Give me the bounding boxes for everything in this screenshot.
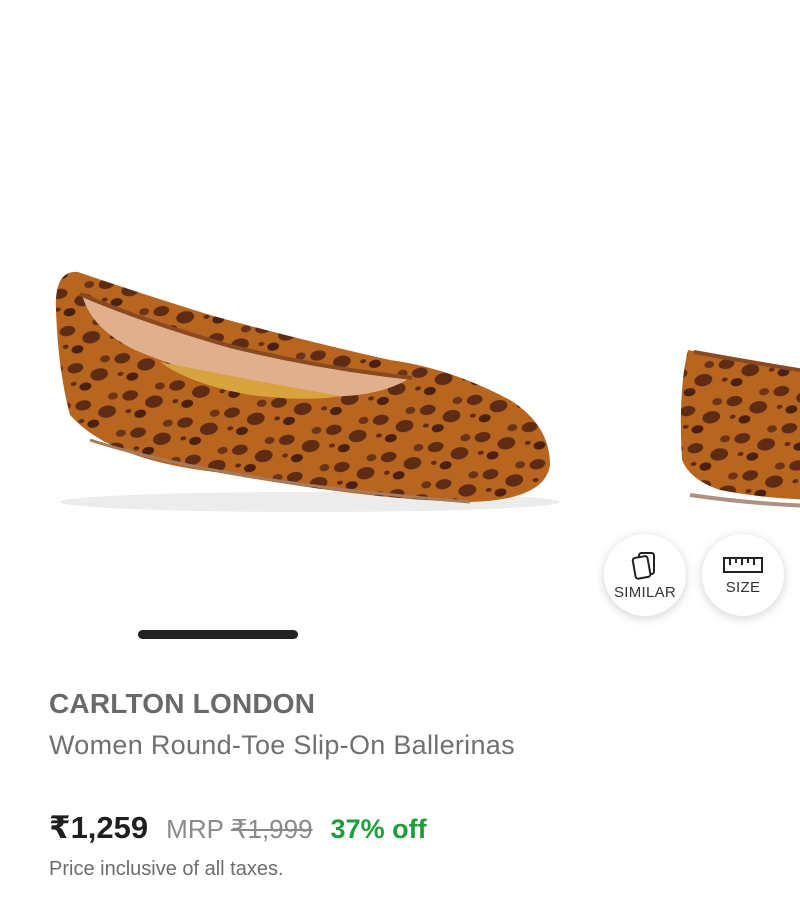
price-row: ₹1,259 MRP ₹1,999 37% off — [49, 810, 427, 846]
selling-price: ₹1,259 — [49, 810, 149, 845]
tax-note: Price inclusive of all taxes. — [49, 858, 284, 880]
discount-badge: 37% off — [330, 814, 427, 844]
mrp-value: ₹1,999 — [230, 814, 313, 844]
brand-name[interactable]: CARLTON LONDON — [49, 688, 315, 720]
product-image-next[interactable] — [660, 330, 800, 530]
size-button[interactable]: SIZE — [702, 534, 784, 616]
product-image-carousel[interactable]: SIMILAR SIZE — [0, 0, 800, 660]
product-image-main[interactable] — [40, 250, 580, 540]
cards-icon — [631, 551, 655, 580]
ruler-icon — [723, 556, 763, 573]
mrp-label: MRP — [166, 814, 224, 844]
carousel-indicator — [138, 630, 298, 639]
size-label: SIZE — [725, 578, 761, 596]
product-title: Women Round-Toe Slip-On Ballerinas — [49, 730, 515, 760]
similar-button[interactable]: SIMILAR — [604, 534, 686, 616]
similar-label: SIMILAR — [613, 583, 677, 601]
